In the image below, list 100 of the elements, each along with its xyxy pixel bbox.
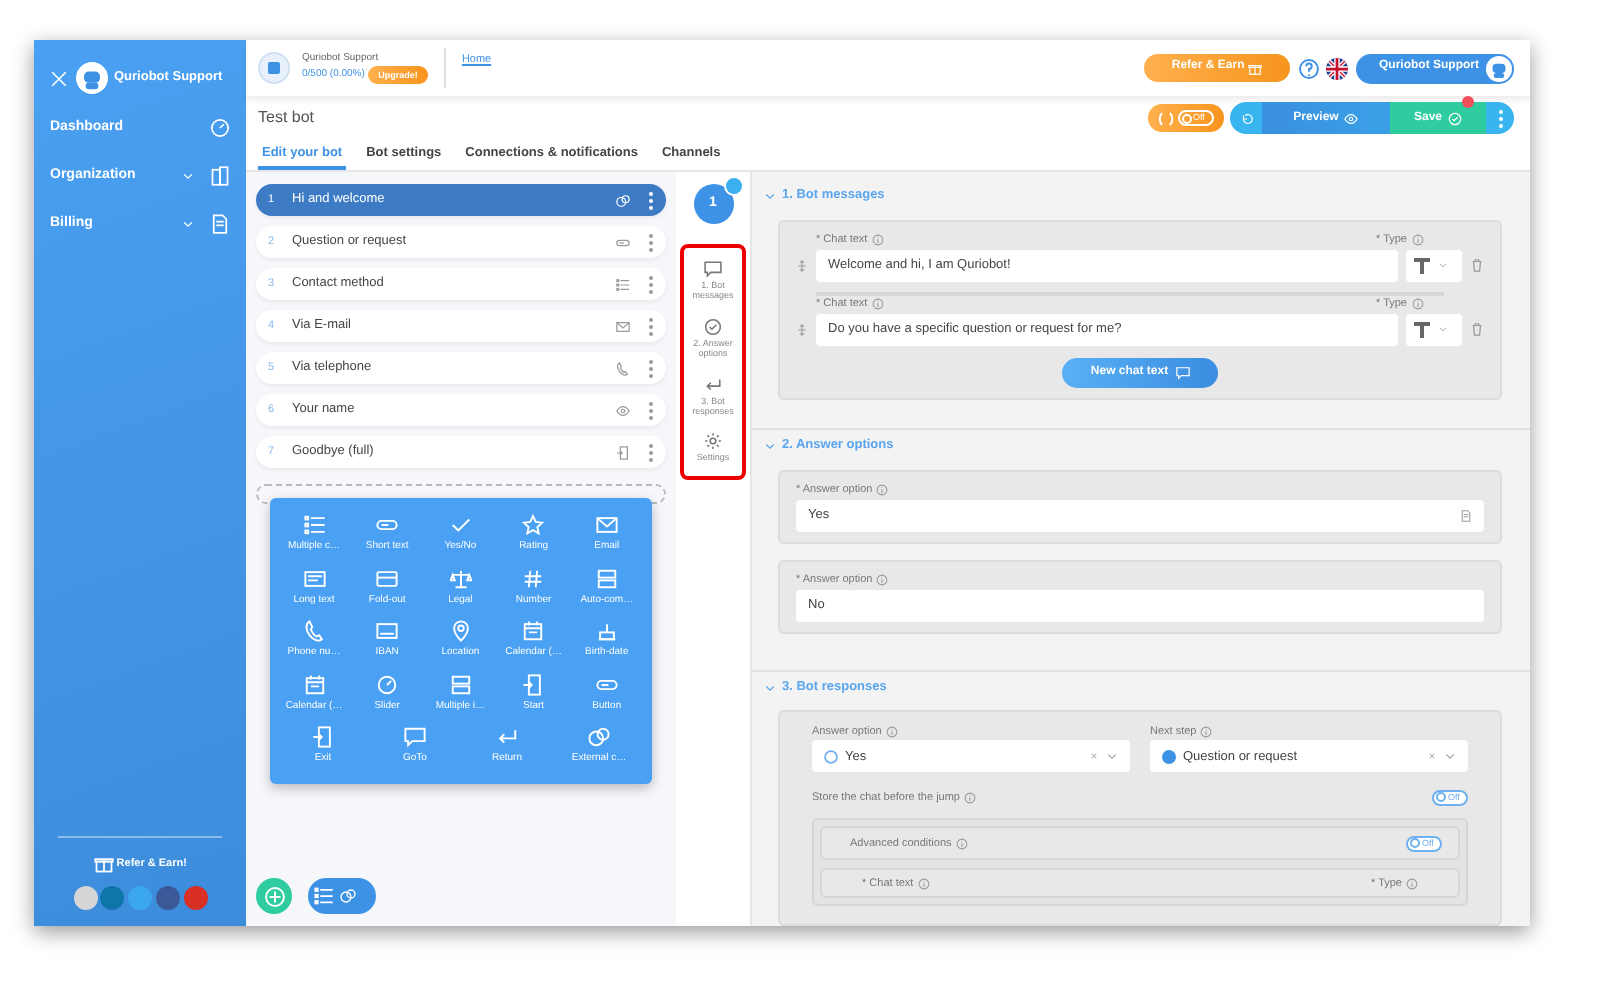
- chevron-icon: [1438, 260, 1448, 271]
- envelope-icon: [616, 319, 630, 333]
- eye-icon: [616, 403, 630, 417]
- return-arrow-icon: [495, 726, 518, 748]
- check-circle-icon: [1448, 111, 1462, 125]
- more-icon[interactable]: [648, 359, 654, 377]
- clear-icon[interactable]: [1425, 750, 1437, 763]
- return-arrow-icon: [704, 375, 722, 394]
- more-icon[interactable]: [648, 443, 654, 461]
- info-icon: [885, 725, 898, 738]
- info-icon: [917, 877, 930, 890]
- gauge-icon: [210, 118, 230, 138]
- info-icon: [871, 234, 884, 247]
- chevron-icon: [1444, 750, 1456, 763]
- info-icon: [876, 574, 889, 587]
- checkmark-icon: [449, 514, 472, 536]
- cake-icon: [595, 620, 618, 642]
- flag-icon[interactable]: [1326, 57, 1348, 79]
- info-icon: [964, 791, 976, 804]
- phone-icon: [303, 620, 325, 642]
- card-icon: [376, 620, 399, 642]
- stack-icon: [449, 673, 472, 695]
- info-icon: [1411, 298, 1423, 311]
- chat-bubble-icon: [704, 260, 722, 278]
- chevron-icon: [764, 189, 776, 202]
- dial-icon: [376, 673, 399, 695]
- circle-icon: [824, 749, 838, 764]
- door-icon: [522, 673, 545, 695]
- add-button[interactable]: [256, 878, 292, 914]
- list-icon: [616, 277, 630, 291]
- chevron-icon: [1106, 750, 1118, 763]
- calendar-icon: [303, 673, 325, 695]
- social-icon[interactable]: [183, 886, 207, 910]
- panel-icon: [376, 567, 399, 589]
- type-select[interactable]: [1406, 249, 1462, 282]
- chat-bubble-icon: [1175, 365, 1190, 380]
- hash-icon: [522, 567, 545, 589]
- document-icon: [210, 214, 230, 234]
- stack-icon: [595, 567, 618, 589]
- info-icon: [955, 837, 968, 850]
- social-icon[interactable]: [128, 886, 152, 910]
- info-icon: [1406, 877, 1418, 890]
- info-icon: [1411, 234, 1423, 247]
- trash-icon[interactable]: [1470, 258, 1484, 273]
- text-box-icon: [303, 567, 325, 589]
- more-icon[interactable]: [648, 317, 654, 335]
- more-icon[interactable]: [648, 191, 654, 209]
- text-type-icon: [1414, 257, 1430, 274]
- dot-icon: [1162, 749, 1176, 764]
- building-icon: [210, 166, 230, 186]
- plus-icon: [263, 885, 285, 907]
- check-circle-icon: [704, 317, 722, 336]
- settings-icon: [704, 432, 722, 451]
- trash-icon[interactable]: [1470, 322, 1484, 337]
- text-type-icon: [1414, 321, 1430, 338]
- social-icon[interactable]: [100, 886, 125, 910]
- more-icon[interactable]: [648, 233, 654, 251]
- chat-bubbles-icon: [340, 888, 356, 904]
- close-icon[interactable]: [50, 69, 68, 87]
- text-field-icon: [376, 514, 399, 536]
- list-icon: [314, 886, 334, 906]
- drag-handle-icon[interactable]: [796, 259, 808, 272]
- more-icon[interactable]: [648, 275, 654, 293]
- gift-icon: [93, 854, 114, 874]
- list-icon: [303, 514, 325, 536]
- type-select[interactable]: [1406, 313, 1462, 346]
- star-icon: [522, 514, 545, 536]
- map-pin-icon: [449, 620, 472, 642]
- undo-button[interactable]: [1230, 102, 1262, 134]
- clear-icon[interactable]: [1087, 750, 1099, 763]
- more-icon[interactable]: [648, 401, 654, 419]
- logo-icon: [258, 52, 290, 84]
- info-icon: [1200, 725, 1213, 738]
- brackets-icon: [1157, 111, 1174, 125]
- chevron-icon: [1438, 324, 1448, 335]
- robot-avatar-icon: [75, 62, 107, 94]
- gift-icon: [1248, 61, 1262, 75]
- social-icon[interactable]: [155, 886, 180, 910]
- info-icon: [876, 484, 889, 497]
- bot-title: Test bot: [258, 106, 315, 130]
- chevron-icon: [764, 439, 776, 452]
- more-icon[interactable]: [1497, 109, 1503, 127]
- more-button[interactable]: [1486, 102, 1514, 134]
- social-icon[interactable]: [73, 886, 97, 910]
- calendar-icon: [522, 620, 545, 642]
- text-field-icon: [616, 235, 630, 249]
- info-icon: [871, 298, 884, 311]
- chat-bubbles-icon: [587, 726, 610, 748]
- help-icon[interactable]: [1297, 57, 1319, 79]
- chat-bubble-icon: [403, 726, 426, 748]
- eye-icon: [1344, 111, 1359, 125]
- chevron-icon: [764, 681, 776, 694]
- view-switch-button[interactable]: [308, 878, 376, 914]
- door-icon: [616, 445, 630, 459]
- link-badge: [723, 176, 743, 196]
- scales-icon: [449, 567, 472, 589]
- envelope-icon: [595, 514, 618, 536]
- door-icon: [311, 726, 334, 748]
- robot-avatar-icon: [1486, 55, 1512, 81]
- drag-handle-icon[interactable]: [796, 323, 808, 336]
